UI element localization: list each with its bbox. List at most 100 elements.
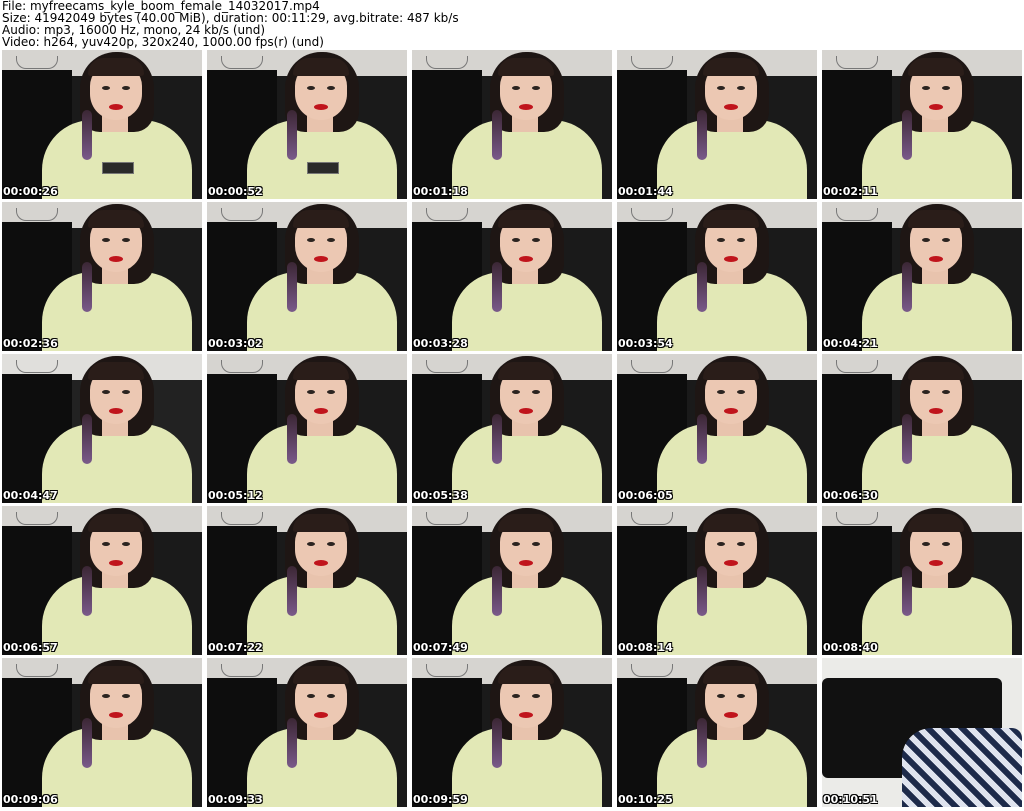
lips [314,712,328,718]
eye [102,694,110,698]
thumbnail-grid: 00:00:26 00:00:52 00:01:18 00:01:44 00:02:11… [2,50,1022,811]
eye [717,86,725,90]
timestamp-label: 00:03:28 [413,337,468,350]
eye [737,238,745,242]
braid [492,718,502,768]
eye [102,238,110,242]
eye [532,542,540,546]
eye [942,542,950,546]
wall-decal [426,512,468,525]
timestamp-label: 00:09:06 [3,793,58,806]
wall-decal [426,360,468,373]
timestamp-label: 00:01:44 [618,185,673,198]
wall-decal [16,56,58,69]
bangs [88,210,144,228]
lips [724,560,738,566]
braid [902,414,912,464]
lips [314,560,328,566]
wall-decal [836,208,878,221]
braid [287,414,297,464]
eye [942,390,950,394]
bangs [908,514,964,532]
braid [902,110,912,160]
eye [307,86,315,90]
bangs [293,362,349,380]
braid [287,566,297,616]
lips [724,104,738,110]
lips [314,104,328,110]
video-thumbnail: 00:10:25 [617,658,817,807]
eye [327,694,335,698]
eye [102,390,110,394]
bangs [88,58,144,76]
bangs [88,362,144,380]
eye [102,86,110,90]
eye [122,238,130,242]
eye [737,694,745,698]
eye [532,238,540,242]
eye [512,238,520,242]
braid [492,566,502,616]
lips [314,408,328,414]
eye [717,694,725,698]
braid [287,110,297,160]
wall-decal [836,56,878,69]
bangs [293,666,349,684]
timestamp-label: 00:08:40 [823,641,878,654]
wall-decal [426,208,468,221]
lips [519,408,533,414]
video-thumbnail: 00:03:02 [207,202,407,351]
braid [82,110,92,160]
bangs [703,210,759,228]
wall-decal [631,360,673,373]
wall-decal [836,360,878,373]
video-thumbnail: 00:01:44 [617,50,817,199]
braid [697,414,707,464]
bangs [498,210,554,228]
braid [492,262,502,312]
bangs [908,210,964,228]
lips [929,256,943,262]
eye [307,694,315,698]
wall-decal [631,512,673,525]
eye [307,542,315,546]
lips [724,256,738,262]
video-thumbnail: 00:07:49 [412,506,612,655]
eye [122,694,130,698]
braid [82,718,92,768]
wall-decal [426,56,468,69]
video-thumbnail: 00:07:22 [207,506,407,655]
bangs [908,58,964,76]
timestamp-label: 00:09:59 [413,793,468,806]
wall-decal [426,664,468,677]
lips [519,256,533,262]
braid [82,566,92,616]
bangs [293,210,349,228]
wall-decal [16,360,58,373]
lips [929,104,943,110]
wall-decal [221,512,263,525]
eye [717,542,725,546]
wall-decal [221,360,263,373]
video-info-line: Video: h264, yuv420p, 320x240, 1000.00 f… [2,35,324,49]
lips [109,560,123,566]
eye [512,542,520,546]
timestamp-label: 00:03:54 [618,337,673,350]
video-thumbnail: 00:10:51 [822,658,1022,807]
video-thumbnail: 00:00:26 [2,50,202,199]
video-thumbnail: 00:06:05 [617,354,817,503]
timestamp-label: 00:03:02 [208,337,263,350]
bangs [703,362,759,380]
video-thumbnail: 00:08:40 [822,506,1022,655]
bangs [908,362,964,380]
timestamp-label: 00:10:51 [823,793,878,806]
braid [82,262,92,312]
timestamp-label: 00:00:52 [208,185,263,198]
video-thumbnail: 00:09:33 [207,658,407,807]
video-thumbnail: 00:04:47 [2,354,202,503]
timestamp-label: 00:07:22 [208,641,263,654]
video-thumbnail: 00:02:11 [822,50,1022,199]
lips [314,256,328,262]
eye [327,390,335,394]
braid [697,110,707,160]
